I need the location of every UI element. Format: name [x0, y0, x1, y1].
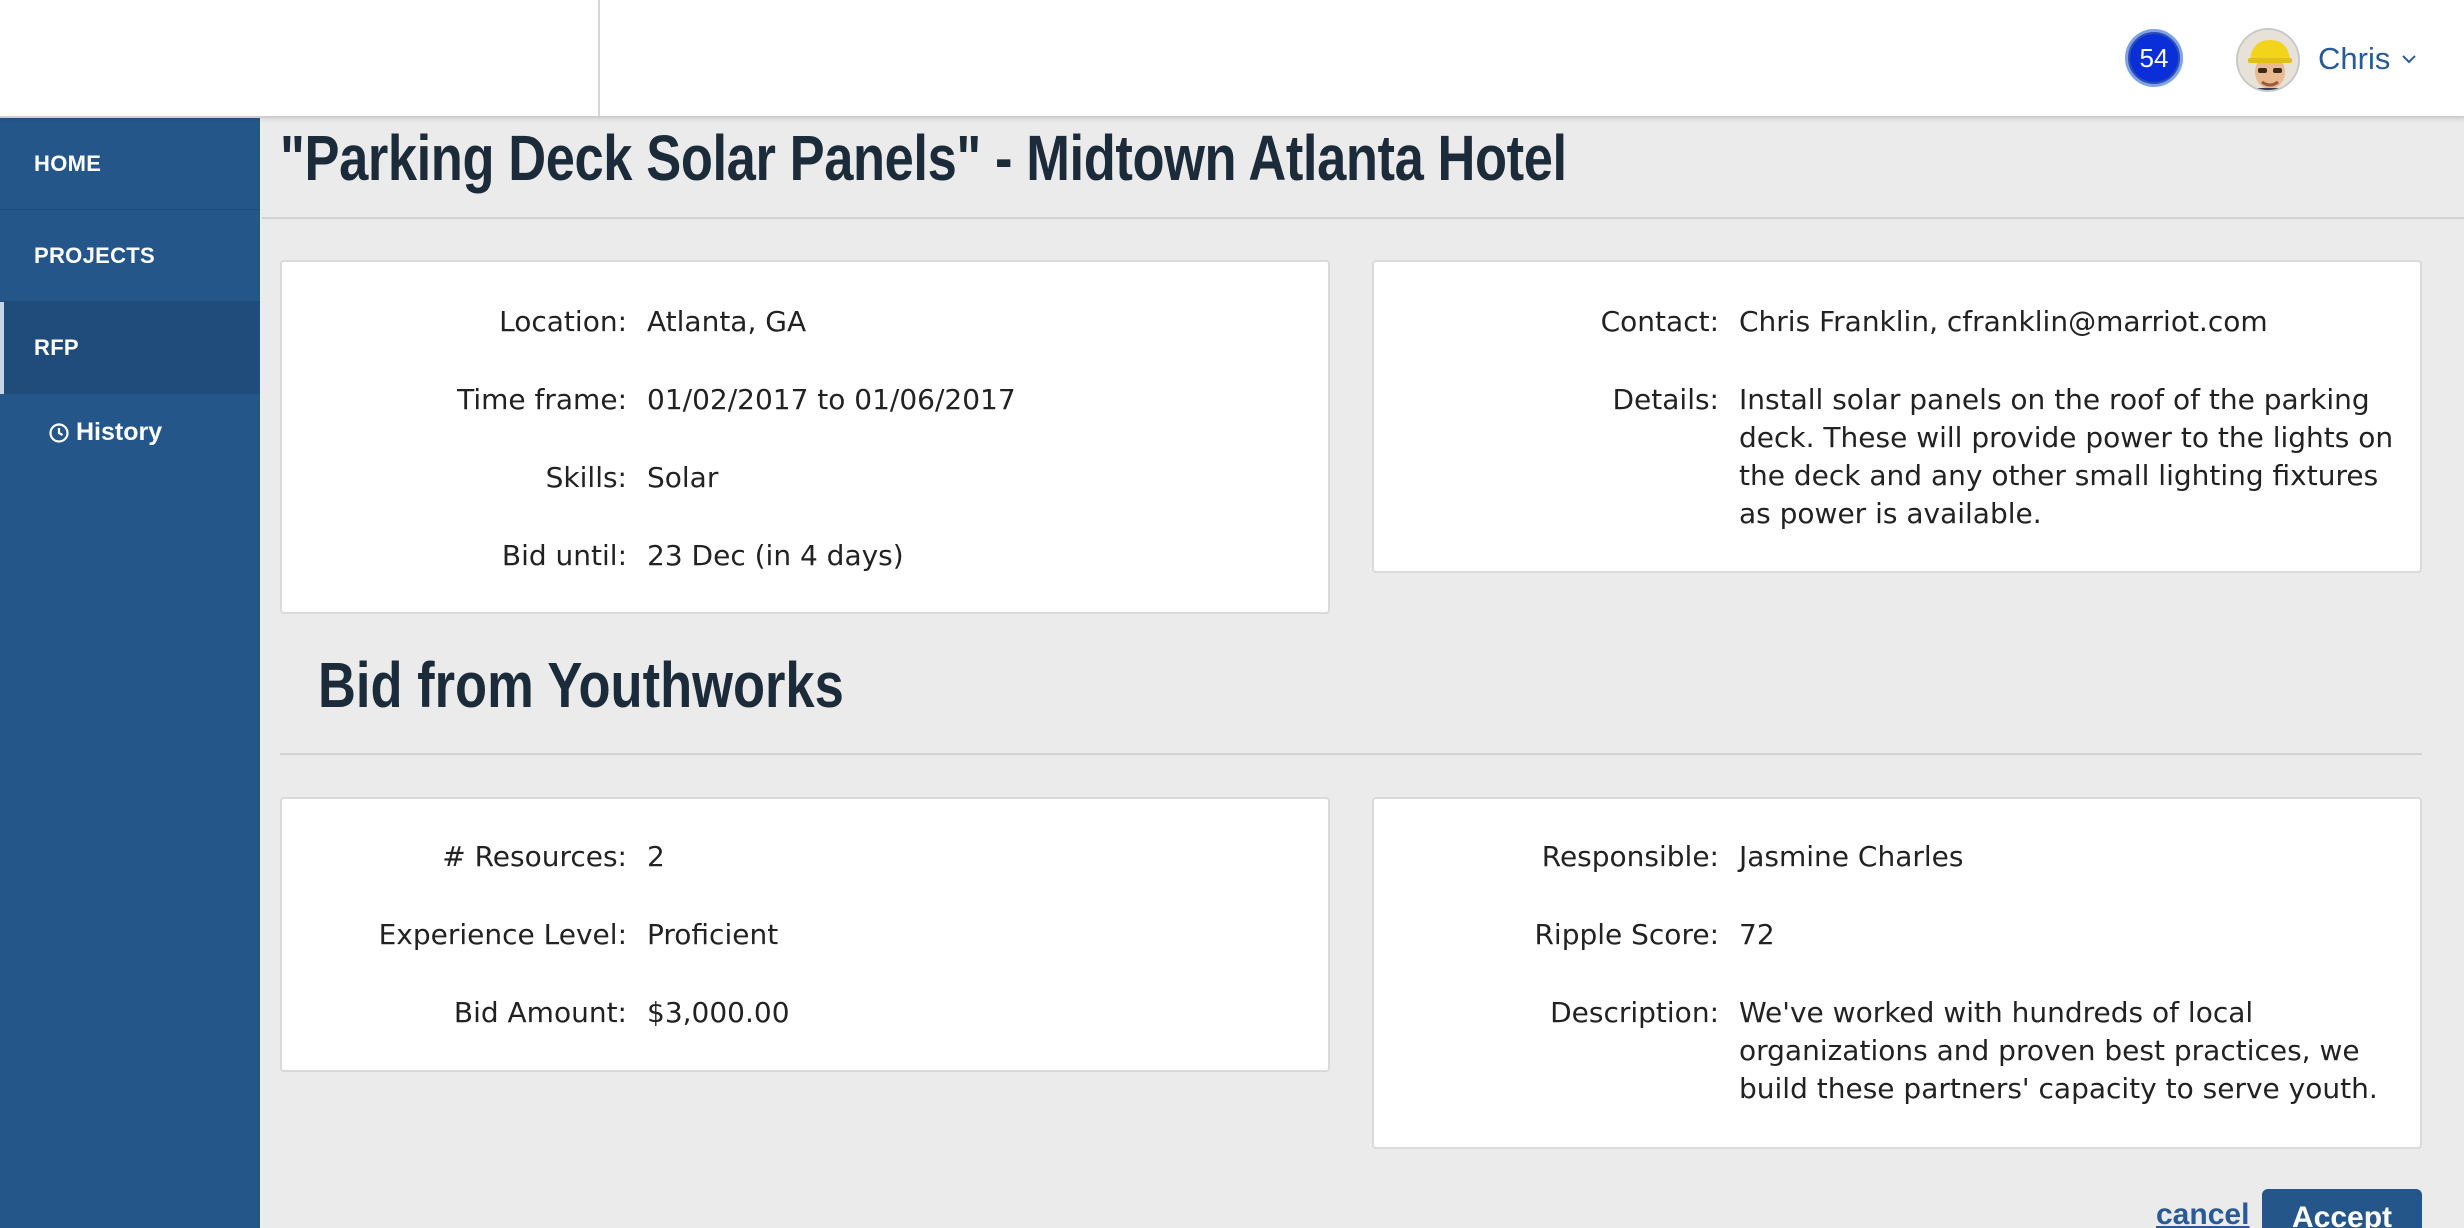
sidebar-item-home[interactable]: HOME — [0, 118, 260, 210]
user-avatar-icon — [2238, 30, 2298, 90]
experience-label: Experience Level: — [378, 918, 627, 951]
avatar[interactable] — [2236, 28, 2300, 92]
contact-value: Chris Franklin, cfranklin@marriot.com — [1739, 305, 2268, 338]
notification-badge[interactable]: 54 — [2125, 29, 2183, 87]
resources-value: 2 — [647, 840, 665, 873]
sidebar-item-label: PROJECTS — [34, 242, 155, 268]
timeframe-label: Time frame: — [457, 383, 627, 416]
sidebar-item-projects[interactable]: PROJECTS — [0, 210, 260, 302]
divider — [280, 753, 2422, 755]
timeframe-value: 01/02/2017 to 01/06/2017 — [647, 383, 1016, 416]
resources-label: # Resources: — [442, 840, 627, 873]
chevron-down-icon — [2402, 55, 2417, 64]
experience-value: Proficient — [647, 918, 779, 951]
bid-info-card: # Resources: 2 Experience Level: Profici… — [280, 797, 1330, 1072]
rfp-info-card: Location: Atlanta, GA Time frame: 01/02/… — [280, 260, 1330, 614]
contact-label: Contact: — [1600, 305, 1719, 338]
clock-icon — [49, 422, 69, 443]
sidebar-item-rfp[interactable]: RFP — [0, 302, 260, 394]
description-label: Description: — [1550, 996, 1719, 1029]
ripple-score-value: 72 — [1739, 918, 1775, 951]
accept-button[interactable]: Accept — [2262, 1189, 2422, 1228]
brand-area — [0, 0, 600, 116]
location-value: Atlanta, GA — [647, 305, 807, 338]
bid-amount-value: $3,000.00 — [647, 996, 790, 1029]
sidebar-item-history[interactable]: History — [48, 418, 162, 447]
user-menu[interactable]: Chris — [2318, 37, 2420, 81]
sidebar-item-label: RFP — [34, 335, 79, 360]
location-label: Location: — [499, 305, 627, 338]
responsible-label: Responsible: — [1541, 840, 1719, 873]
bid-until-label: Bid until: — [501, 539, 627, 572]
user-name: Chris — [2318, 41, 2391, 76]
skills-label: Skills: — [545, 461, 627, 494]
rfp-contact-card: Contact: Chris Franklin, cfranklin@marri… — [1372, 260, 2422, 573]
details-value: Install solar panels on the roof of the … — [1739, 383, 2394, 530]
details-label: Details: — [1612, 383, 1719, 416]
description-value: We've worked with hundreds of local orga… — [1739, 996, 2378, 1105]
cancel-link[interactable]: cancel — [2156, 1198, 2249, 1228]
sidebar: HOME PROJECTS RFP History — [0, 118, 260, 1228]
page-title: "Parking Deck Solar Panels" - Midtown At… — [280, 122, 1567, 194]
top-header: 54 Chris — [0, 0, 2464, 118]
bid-amount-label: Bid Amount: — [453, 996, 627, 1029]
ripple-score-label: Ripple Score: — [1534, 918, 1719, 951]
bid-details-card: Responsible: Jasmine Charles Ripple Scor… — [1372, 797, 2422, 1149]
sidebar-item-label: HOME — [34, 150, 102, 176]
sidebar-item-label: History — [76, 418, 163, 446]
responsible-value: Jasmine Charles — [1739, 840, 1964, 873]
divider — [262, 217, 2464, 219]
bid-section-title: Bid from Youthworks — [318, 649, 844, 721]
skills-value: Solar — [647, 461, 719, 494]
bid-until-value: 23 Dec (in 4 days) — [647, 539, 904, 572]
